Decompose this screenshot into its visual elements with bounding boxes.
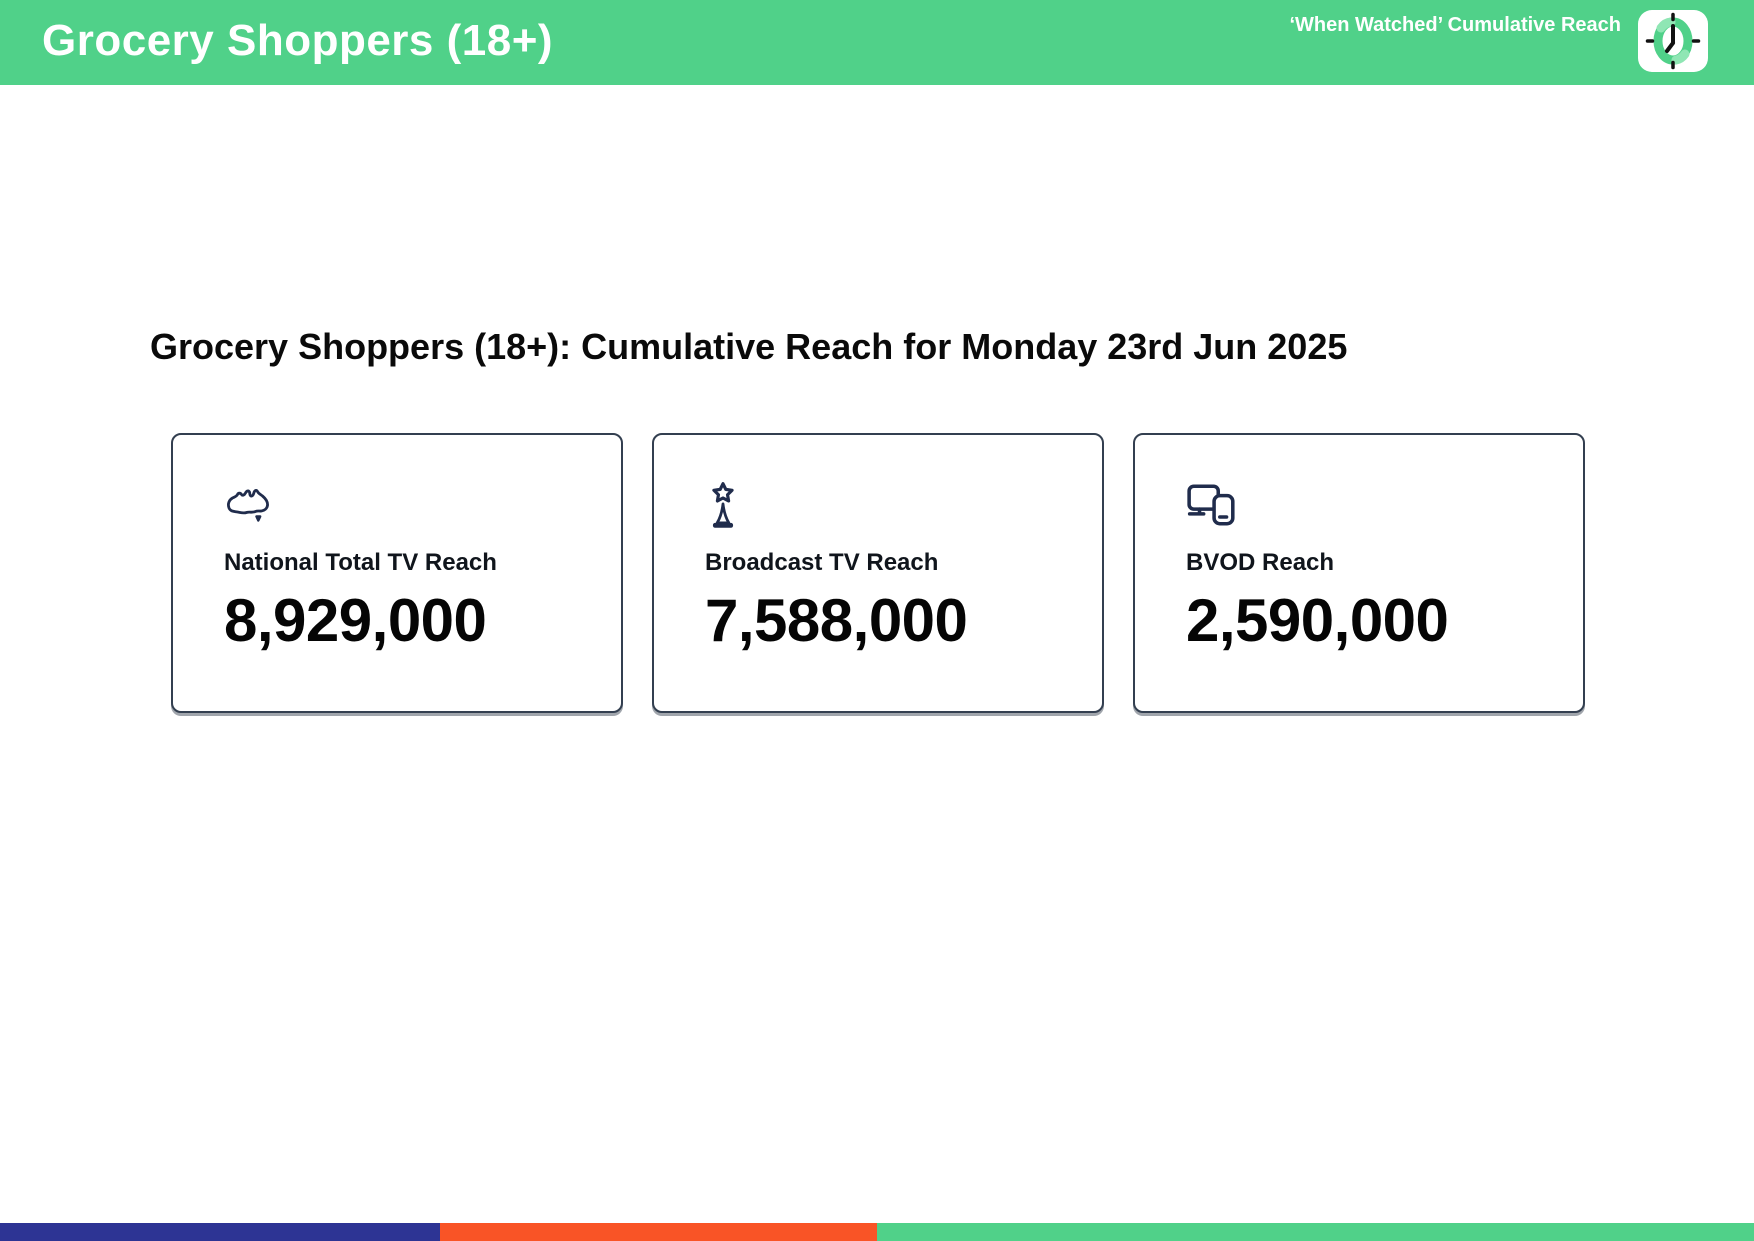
footer-segment — [440, 1223, 877, 1241]
app-header: Grocery Shoppers (18+) ‘When Watched’ Cu… — [0, 0, 1754, 85]
clock-logo-icon — [1638, 10, 1708, 72]
kpi-value: 7,588,000 — [705, 587, 968, 654]
kpi-value: 2,590,000 — [1186, 587, 1449, 654]
kpi-card-bvod: BVOD Reach 2,590,000 — [1133, 433, 1585, 713]
footer-brand-bar — [0, 1223, 1754, 1241]
report-heading: Grocery Shoppers (18+): Cumulative Reach… — [150, 326, 1348, 367]
tv-and-phone-devices-icon — [1186, 482, 1553, 532]
kpi-value: 8,929,000 — [224, 587, 487, 654]
footer-segment — [0, 1223, 441, 1241]
australia-map-icon — [224, 482, 591, 532]
kpi-card-national-total-tv: National Total TV Reach 8,929,000 — [171, 433, 623, 713]
page-title: Grocery Shoppers (18+) — [42, 15, 554, 65]
kpi-label: BVOD Reach — [1186, 549, 1335, 576]
footer-segment — [876, 1223, 1754, 1241]
broadcast-tower-icon — [705, 482, 1072, 532]
kpi-card-broadcast-tv: Broadcast TV Reach 7,588,000 — [652, 433, 1104, 713]
report-page: Grocery Shoppers (18+) ‘When Watched’ Cu… — [0, 0, 1754, 1241]
header-tagline: ‘When Watched’ Cumulative Reach — [1289, 14, 1621, 36]
kpi-label: Broadcast TV Reach — [705, 549, 939, 576]
kpi-label: National Total TV Reach — [224, 549, 497, 576]
kpi-cards-row: National Total TV Reach 8,929,000 Broadc… — [171, 433, 1585, 713]
